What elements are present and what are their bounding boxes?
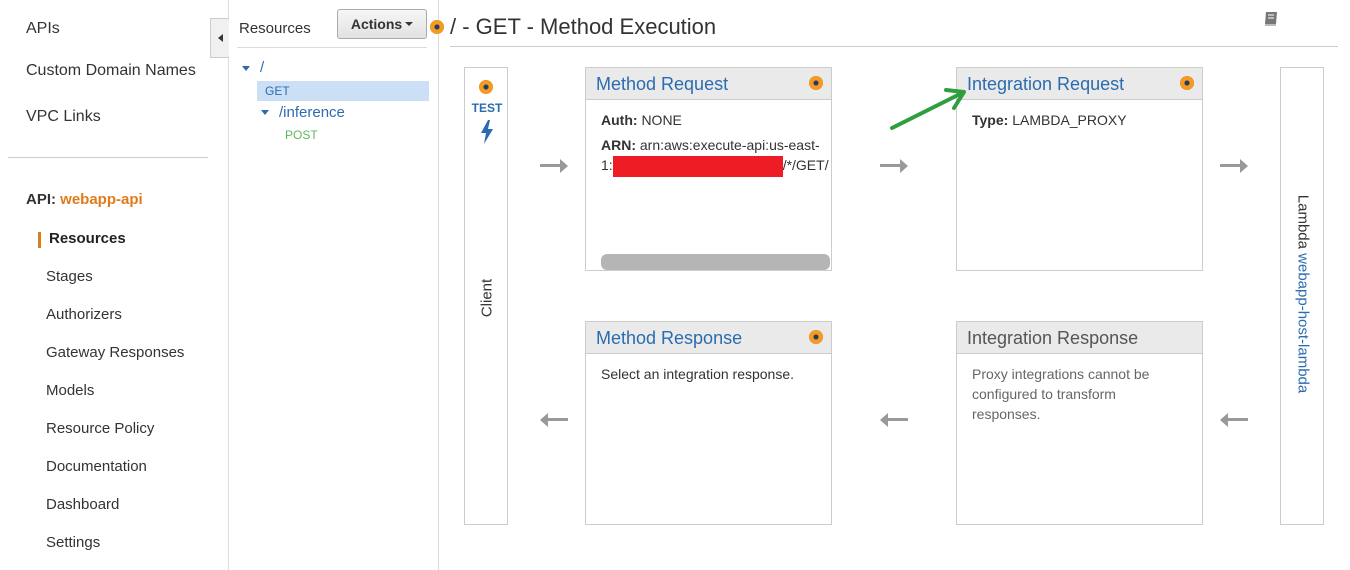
- arn-value-suffix: /*/GET/: [782, 157, 829, 173]
- integration-response-header: Integration Response: [957, 322, 1202, 354]
- book-icon[interactable]: [1262, 10, 1280, 28]
- lightning-icon[interactable]: [479, 120, 495, 144]
- tree-expand-inference-icon[interactable]: [261, 110, 269, 115]
- type-value: LAMBDA_PROXY: [1012, 112, 1127, 128]
- integration-request-body: Type: LAMBDA_PROXY: [957, 100, 1202, 140]
- arrow-right-icon: [880, 159, 908, 173]
- arrow-left-icon: [1220, 413, 1248, 427]
- method-response-header[interactable]: Method Response: [586, 322, 831, 354]
- tree-method-post[interactable]: POST: [285, 128, 318, 142]
- resource-status-icon: [430, 20, 444, 34]
- method-request-header[interactable]: Method Request: [586, 68, 831, 100]
- actions-button[interactable]: Actions: [337, 9, 427, 39]
- integration-response-body: Proxy integrations cannot be configured …: [972, 366, 1150, 422]
- resources-divider: [237, 47, 427, 48]
- active-indicator: [38, 232, 41, 248]
- actions-label: Actions: [350, 16, 403, 32]
- test-status-icon: [479, 80, 493, 94]
- nav-gateway-responses[interactable]: Gateway Responses: [46, 344, 184, 361]
- auth-value: NONE: [641, 112, 682, 128]
- integration-request-header[interactable]: Integration Request: [957, 68, 1202, 100]
- page-title: / - GET - Method Execution: [450, 14, 717, 39]
- resources-title: Resources: [239, 20, 311, 37]
- nav-apis[interactable]: APIs: [26, 20, 60, 38]
- tree-item-root[interactable]: /: [260, 59, 264, 76]
- integration-request-card: Integration Request Type: LAMBDA_PROXY: [956, 67, 1203, 271]
- tree-expand-root-icon[interactable]: [242, 66, 250, 71]
- nav-vpc-links[interactable]: VPC Links: [26, 108, 101, 126]
- tree-item-inference[interactable]: /inference: [279, 104, 345, 121]
- arrow-left-icon: [880, 413, 908, 427]
- nav-divider: [8, 157, 208, 158]
- api-prefix: API:: [26, 191, 56, 208]
- lambda-label: Lambda webapp-host-lambda: [1295, 195, 1312, 393]
- nav-stages[interactable]: Stages: [46, 268, 93, 285]
- annotation-arrow-icon: [890, 88, 966, 130]
- client-label: Client: [478, 278, 496, 318]
- tree-method-get[interactable]: GET: [257, 81, 429, 101]
- title-divider: [450, 46, 1338, 47]
- integration-response-card: Integration Response Proxy integrations …: [956, 321, 1203, 525]
- integration-request-status-icon: [1180, 76, 1194, 90]
- arn-value-line1: arn:aws:execute-api:us-east-: [639, 137, 820, 153]
- nav-authorizers[interactable]: Authorizers: [46, 306, 122, 323]
- lambda-panel: Lambda webapp-host-lambda: [1280, 67, 1324, 525]
- method-request-status-icon: [809, 76, 823, 90]
- redaction-box: [612, 155, 783, 177]
- nav-resources[interactable]: Resources: [49, 230, 126, 247]
- method-response-status-icon: [809, 330, 823, 344]
- method-request-card: Method Request Auth: NONE ARN: arn:aws:e…: [585, 67, 832, 271]
- left-navigation: APIs Custom Domain Names VPC Links API: …: [0, 0, 229, 570]
- lambda-function-link[interactable]: webapp-host-lambda: [1295, 253, 1312, 393]
- nav-settings[interactable]: Settings: [46, 534, 100, 551]
- integration-response-title: Integration Response: [967, 328, 1139, 348]
- test-button[interactable]: TEST: [465, 101, 509, 115]
- arn-value-prefix: 1:: [601, 157, 613, 173]
- collapse-nav-button[interactable]: [210, 18, 229, 58]
- client-panel: TEST Client: [464, 67, 508, 525]
- nav-documentation[interactable]: Documentation: [46, 458, 147, 475]
- arrow-left-icon: [540, 413, 568, 427]
- horizontal-scrollbar[interactable]: [601, 254, 830, 270]
- arn-key: ARN:: [601, 137, 636, 153]
- chevron-down-icon: [405, 22, 414, 26]
- nav-dashboard[interactable]: Dashboard: [46, 496, 119, 513]
- method-request-body: Auth: NONE ARN: arn:aws:execute-api:us-e…: [586, 100, 831, 187]
- resources-pane: Resources Actions / GET /inference POST: [229, 0, 444, 570]
- method-response-card: Method Response Select an integration re…: [585, 321, 832, 525]
- auth-key: Auth:: [601, 112, 638, 128]
- lambda-prefix: Lambda: [1294, 194, 1312, 249]
- method-response-body: Select an integration response.: [601, 366, 795, 382]
- arrow-right-icon: [540, 159, 568, 173]
- api-name: webapp-api: [60, 191, 143, 208]
- integration-request-title[interactable]: Integration Request: [967, 74, 1124, 94]
- api-label: API: webapp-api: [26, 191, 143, 208]
- method-response-title[interactable]: Method Response: [596, 328, 742, 348]
- nav-resource-policy[interactable]: Resource Policy: [46, 420, 154, 437]
- type-key: Type:: [972, 112, 1009, 128]
- arrow-right-icon: [1220, 159, 1248, 173]
- method-request-title[interactable]: Method Request: [596, 74, 728, 94]
- nav-custom-domain-names[interactable]: Custom Domain Names: [26, 62, 196, 80]
- caret-left-icon: [217, 34, 223, 42]
- nav-models[interactable]: Models: [46, 382, 94, 399]
